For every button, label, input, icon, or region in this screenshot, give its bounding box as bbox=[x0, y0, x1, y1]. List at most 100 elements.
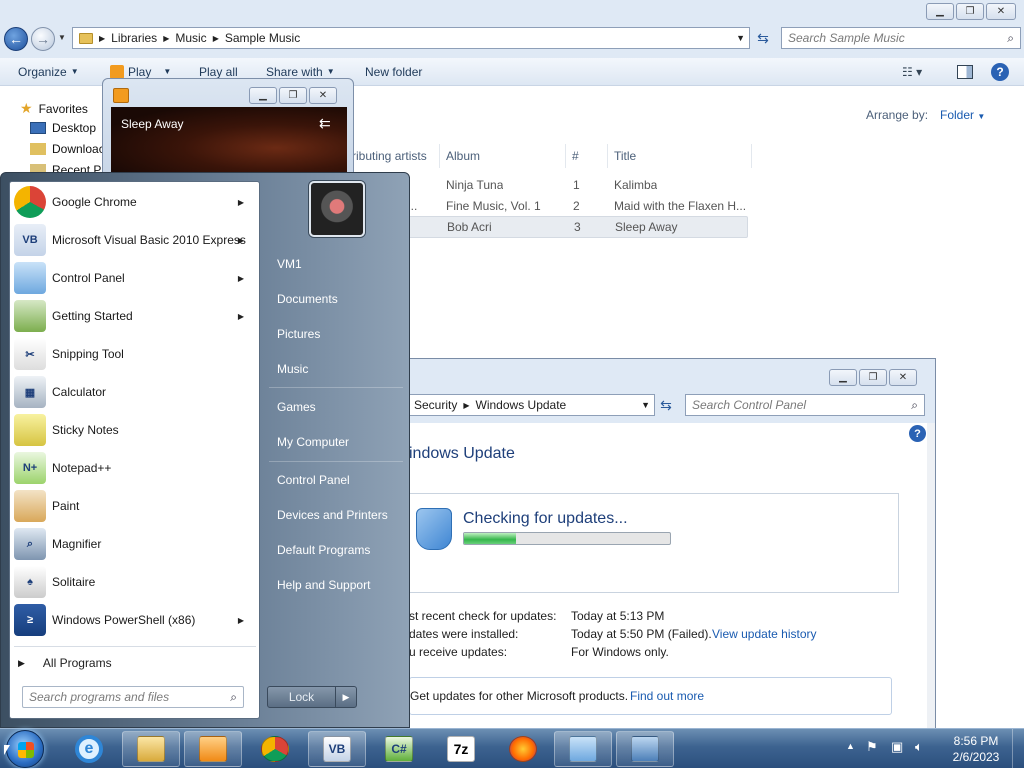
submenu-arrow-icon[interactable]: ▶ bbox=[238, 312, 244, 321]
program-item[interactable]: ▦ Calculator bbox=[14, 374, 256, 410]
volume-icon[interactable]: 🔈︎ bbox=[915, 739, 923, 755]
show-desktop-button[interactable] bbox=[1012, 729, 1024, 769]
link-games[interactable]: Games bbox=[277, 400, 316, 414]
link-help-support[interactable]: Help and Support bbox=[277, 578, 370, 592]
show-hidden-icons[interactable]: ▲ bbox=[846, 741, 855, 751]
forward-button[interactable]: → bbox=[31, 27, 55, 51]
address-bar[interactable]: ▶ Libraries ▶ Music ▶ Sample Music ▼ bbox=[72, 27, 750, 49]
network-icon[interactable]: ▣ bbox=[891, 739, 903, 755]
breadcrumb-windows-update[interactable]: Windows Update bbox=[476, 398, 567, 412]
start-button[interactable] bbox=[6, 730, 44, 768]
back-button[interactable]: ← bbox=[4, 27, 28, 51]
program-item[interactable]: Getting Started ▶ bbox=[14, 298, 256, 334]
vb-taskbar-button[interactable]: VB bbox=[308, 731, 366, 767]
program-item[interactable]: N+ Notepad++ bbox=[14, 450, 256, 486]
nav-downloads[interactable]: Downloac bbox=[30, 142, 105, 156]
media-player-taskbar-button[interactable] bbox=[184, 731, 242, 767]
breadcrumb-libraries[interactable]: Libraries bbox=[111, 31, 157, 45]
preview-pane-icon[interactable] bbox=[957, 64, 973, 79]
column-album[interactable]: Album bbox=[440, 144, 566, 168]
submenu-arrow-icon[interactable]: ▶ bbox=[238, 198, 244, 207]
help-icon[interactable]: ? bbox=[991, 62, 1009, 81]
share-with-button[interactable]: Share with ▼ bbox=[266, 65, 335, 79]
minimize-button[interactable]: ▁ bbox=[829, 369, 857, 386]
cp-scrollbar[interactable] bbox=[927, 423, 935, 731]
explorer-search-input[interactable]: Search Sample Music ⌕ bbox=[781, 27, 1021, 49]
minimize-button[interactable]: ▁ bbox=[926, 3, 954, 20]
maximize-button[interactable]: ❐ bbox=[279, 87, 307, 104]
link-user-folder[interactable]: VM1 bbox=[277, 257, 302, 271]
organize-button[interactable]: Organize ▼ bbox=[18, 65, 79, 79]
close-button[interactable]: ✕ bbox=[309, 87, 337, 104]
link-default-programs[interactable]: Default Programs bbox=[277, 543, 370, 557]
breadcrumb-security[interactable]: Security bbox=[414, 398, 457, 412]
program-item[interactable]: ✂ Snipping Tool bbox=[14, 336, 256, 372]
find-out-more-link[interactable]: Find out more bbox=[630, 689, 704, 703]
recent-pages-chevron-icon[interactable]: ▼ bbox=[58, 33, 66, 42]
program-item[interactable]: Google Chrome ▶ bbox=[14, 184, 256, 220]
play-button[interactable]: Play ▼ bbox=[110, 64, 171, 79]
link-music[interactable]: Music bbox=[277, 362, 308, 376]
firefox-taskbar-button[interactable] bbox=[494, 731, 552, 767]
search-icon[interactable]: ⌕ bbox=[1007, 31, 1014, 46]
maximize-button[interactable]: ❐ bbox=[956, 3, 984, 20]
submenu-arrow-icon[interactable]: ▶ bbox=[238, 616, 244, 625]
cp-address-bar[interactable]: Security ▶ Windows Update ▼ bbox=[409, 394, 655, 416]
view-update-history-link[interactable]: View update history bbox=[712, 627, 817, 641]
link-pictures[interactable]: Pictures bbox=[277, 327, 320, 341]
search-icon[interactable]: ⌕ bbox=[230, 690, 237, 705]
program-item[interactable]: ≥ Windows PowerShell (x86) ▶ bbox=[14, 602, 256, 638]
address-dropdown-icon[interactable]: ▼ bbox=[736, 33, 745, 43]
program-item[interactable]: ⌕ Magnifier bbox=[14, 526, 256, 562]
views-icon[interactable]: ☷ ▾ bbox=[902, 65, 922, 79]
minimize-button[interactable]: ▁ bbox=[249, 87, 277, 104]
help-icon[interactable]: ? bbox=[909, 425, 926, 442]
submenu-arrow-icon[interactable]: ▶ bbox=[238, 274, 244, 283]
remote-desktop-taskbar-button[interactable] bbox=[616, 731, 674, 767]
breadcrumb-sample-music[interactable]: Sample Music bbox=[225, 31, 300, 45]
column-number[interactable]: # bbox=[566, 144, 608, 168]
explorer-taskbar-button[interactable] bbox=[122, 731, 180, 767]
nav-desktop[interactable]: Desktop bbox=[30, 121, 96, 135]
link-devices-printers[interactable]: Devices and Printers bbox=[277, 508, 388, 522]
sticky-notes-icon bbox=[14, 414, 46, 446]
all-programs-item[interactable]: ▶ All Programs bbox=[18, 652, 248, 674]
new-folder-button[interactable]: New folder bbox=[365, 65, 422, 79]
close-button[interactable]: ✕ bbox=[986, 3, 1016, 20]
csharp-taskbar-button[interactable]: C# bbox=[370, 731, 428, 767]
breadcrumb-music[interactable]: Music bbox=[175, 31, 206, 45]
refresh-icon[interactable]: ⇆ bbox=[655, 394, 677, 416]
control-panel-taskbar-button[interactable] bbox=[554, 731, 612, 767]
internet-explorer-button[interactable]: e bbox=[60, 731, 118, 767]
action-center-flag-icon[interactable]: ⚑ bbox=[866, 739, 878, 755]
program-item[interactable]: Paint bbox=[14, 488, 256, 524]
organize-label: Organize bbox=[18, 64, 67, 79]
cp-search-input[interactable]: Search Control Panel ⌕ bbox=[685, 394, 925, 416]
remote-desktop-icon bbox=[631, 736, 659, 762]
maximize-button[interactable]: ❐ bbox=[859, 369, 887, 386]
submenu-arrow-icon[interactable]: ▶ bbox=[238, 236, 244, 245]
program-item[interactable]: ♠ Solitaire bbox=[14, 564, 256, 600]
clock[interactable]: 8:56 PM 2/6/2023 bbox=[943, 734, 1009, 764]
close-button[interactable]: ✕ bbox=[889, 369, 917, 386]
link-control-panel[interactable]: Control Panel bbox=[277, 473, 350, 487]
address-dropdown-icon[interactable]: ▼ bbox=[641, 400, 650, 410]
shutdown-options-button[interactable]: ▶ bbox=[336, 687, 356, 707]
column-title[interactable]: Title bbox=[608, 144, 752, 168]
chrome-taskbar-button[interactable] bbox=[246, 731, 304, 767]
start-search-input[interactable]: Search programs and files ⌕ bbox=[22, 686, 244, 708]
program-item[interactable]: VB Microsoft Visual Basic 2010 Express ▶ bbox=[14, 222, 256, 258]
arrange-by-dropdown[interactable]: Folder ▼ bbox=[940, 108, 985, 122]
7zip-taskbar-button[interactable]: 7z bbox=[432, 731, 490, 767]
nav-favorites[interactable]: ★ Favorites bbox=[20, 100, 88, 117]
link-documents[interactable]: Documents bbox=[277, 292, 338, 306]
column-contributing-artists[interactable]: ributing artists bbox=[346, 144, 440, 168]
program-item[interactable]: Sticky Notes bbox=[14, 412, 256, 448]
switch-to-library-icon[interactable]: ⇇ bbox=[319, 115, 331, 132]
play-all-button[interactable]: Play all bbox=[199, 65, 238, 79]
lock-button[interactable]: Lock bbox=[268, 687, 336, 707]
search-icon[interactable]: ⌕ bbox=[911, 398, 918, 413]
link-my-computer[interactable]: My Computer bbox=[277, 435, 349, 449]
refresh-icon[interactable]: ⇆ bbox=[752, 28, 774, 48]
program-item[interactable]: Control Panel ▶ bbox=[14, 260, 256, 296]
